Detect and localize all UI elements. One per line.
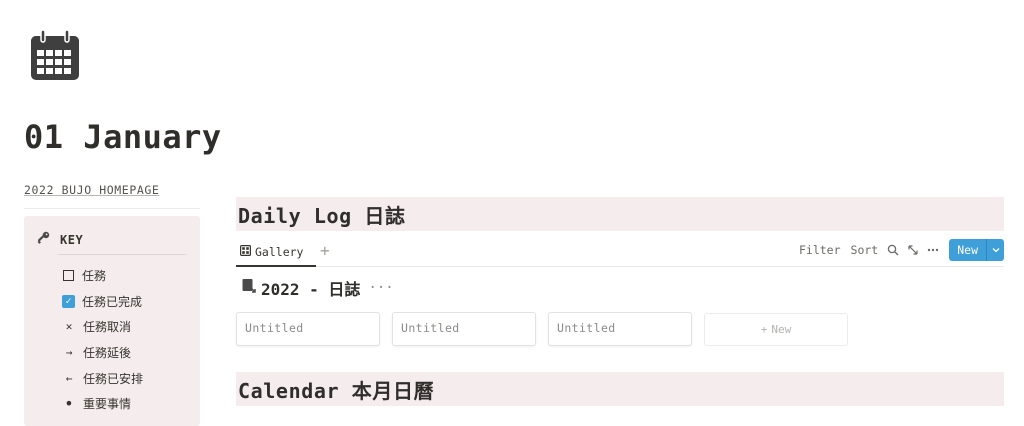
checkbox-checked-icon[interactable]: ✓: [62, 294, 75, 308]
calendar-heading-block: Calendar 本月日曆: [236, 372, 1004, 406]
sort-button[interactable]: Sort: [846, 239, 884, 261]
expand-icon[interactable]: [903, 239, 923, 261]
more-options-icon[interactable]: [923, 239, 943, 261]
key-callout: KEY 任務 ✓ 任務已完成 ✕ 任務取消 → 任務延後 ← 任務已安排 • 重…: [24, 216, 200, 426]
new-card-label: New: [771, 323, 792, 336]
key-icon: [36, 230, 50, 249]
daily-log-heading: Daily Log 日誌: [238, 203, 406, 228]
divider: [24, 208, 200, 209]
key-list: 任務 ✓ 任務已完成 ✕ 任務取消 → 任務延後 ← 任務已安排 • 重要事情: [61, 263, 143, 417]
chevron-down-icon[interactable]: [986, 239, 1004, 261]
group-title: 2022 - 日誌: [261, 280, 361, 299]
new-card-button[interactable]: + New: [704, 313, 848, 346]
add-view-button[interactable]: +: [320, 242, 330, 260]
gallery-icon: [240, 245, 252, 259]
page-title[interactable]: 01 January: [24, 118, 222, 156]
key-item-important: • 重要事情: [61, 391, 143, 417]
breadcrumb-link[interactable]: 2022 BUJO HOMEPAGE: [24, 183, 159, 197]
arrow-right-icon: →: [65, 346, 73, 360]
active-tab-indicator: [236, 265, 316, 267]
calendar-heading: Calendar 本月日曆: [238, 378, 435, 403]
key-item-task-done[interactable]: ✓ 任務已完成: [61, 289, 143, 315]
key-item-label: 任務取消: [83, 320, 132, 335]
key-item-task-cancelled: ✕ 任務取消: [61, 314, 143, 340]
tab-gallery[interactable]: Gallery: [240, 240, 307, 264]
filter-button[interactable]: Filter: [794, 239, 846, 261]
daily-log-heading-block: Daily Log 日誌: [236, 197, 1004, 231]
key-item-task-scheduled: ← 任務已安排: [61, 365, 143, 391]
calendar-icon[interactable]: [30, 29, 80, 82]
key-title: KEY: [60, 232, 84, 247]
gallery-card[interactable]: Untitled: [392, 312, 536, 346]
key-item-label: 任務已安排: [83, 371, 144, 386]
plus-icon: +: [760, 323, 768, 336]
database-view-bar: Gallery + Filter Sort New: [236, 238, 1004, 267]
database-toolbar: Filter Sort New: [794, 239, 1004, 261]
key-item-label: 任務: [82, 269, 107, 284]
gallery-card[interactable]: Untitled: [236, 312, 380, 346]
x-mark-icon: ✕: [65, 320, 73, 334]
search-icon[interactable]: [883, 239, 903, 261]
linked-db-icon: [241, 278, 257, 298]
gallery-group-header[interactable]: 2022 - 日誌 ···: [241, 276, 394, 300]
arrow-left-icon: ←: [65, 371, 73, 385]
bullet-icon: •: [64, 394, 74, 414]
checkbox-empty-icon[interactable]: [63, 270, 74, 282]
key-item-task-postponed: → 任務延後: [61, 340, 143, 366]
group-more-button[interactable]: ···: [368, 280, 393, 296]
key-header: KEY: [36, 230, 83, 249]
key-item-label: 重要事情: [83, 397, 132, 412]
gallery-card[interactable]: Untitled: [548, 312, 692, 346]
new-button[interactable]: New: [949, 239, 986, 261]
key-item-label: 任務延後: [83, 346, 132, 361]
tab-gallery-label: Gallery: [255, 245, 304, 259]
new-button-group: New: [949, 239, 1004, 261]
key-item-label: 任務已完成: [82, 294, 143, 309]
key-divider: [58, 254, 186, 255]
key-item-task[interactable]: 任務: [61, 263, 143, 289]
